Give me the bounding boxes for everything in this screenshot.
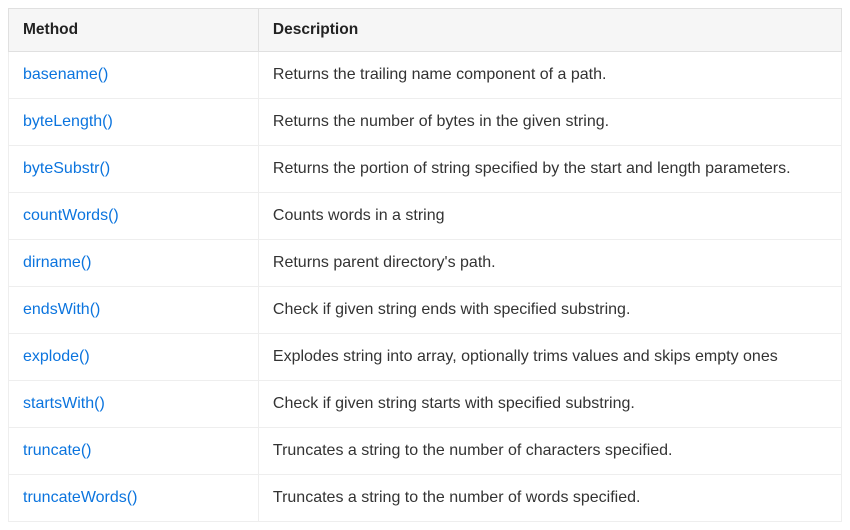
method-link-startsWith[interactable]: startsWith()	[23, 395, 105, 412]
table-row: dirname() Returns parent directory's pat…	[9, 240, 842, 287]
method-link-endsWith[interactable]: endsWith()	[23, 301, 100, 318]
method-description: Check if given string ends with specifie…	[258, 287, 841, 334]
method-link-byteLength[interactable]: byteLength()	[23, 113, 113, 130]
methods-table: Method Description basename() Returns th…	[8, 8, 842, 522]
method-link-explode[interactable]: explode()	[23, 348, 90, 365]
table-row: truncateWords() Truncates a string to th…	[9, 475, 842, 522]
method-description: Check if given string starts with specif…	[258, 381, 841, 428]
method-link-basename[interactable]: basename()	[23, 66, 108, 83]
table-row: basename() Returns the trailing name com…	[9, 52, 842, 99]
method-link-countWords[interactable]: countWords()	[23, 207, 119, 224]
table-header-row: Method Description	[9, 9, 842, 52]
table-row: truncate() Truncates a string to the num…	[9, 428, 842, 475]
table-row: byteSubstr() Returns the portion of stri…	[9, 146, 842, 193]
method-description: Returns the portion of string specified …	[258, 146, 841, 193]
method-description: Returns parent directory's path.	[258, 240, 841, 287]
header-description: Description	[258, 9, 841, 52]
method-description: Returns the trailing name component of a…	[258, 52, 841, 99]
method-link-dirname[interactable]: dirname()	[23, 254, 91, 271]
table-row: explode() Explodes string into array, op…	[9, 334, 842, 381]
method-link-byteSubstr[interactable]: byteSubstr()	[23, 160, 110, 177]
method-link-truncate[interactable]: truncate()	[23, 442, 91, 459]
method-link-truncateWords[interactable]: truncateWords()	[23, 489, 137, 506]
table-row: endsWith() Check if given string ends wi…	[9, 287, 842, 334]
table-row: byteLength() Returns the number of bytes…	[9, 99, 842, 146]
method-description: Truncates a string to the number of word…	[258, 475, 841, 522]
header-method: Method	[9, 9, 259, 52]
method-description: Returns the number of bytes in the given…	[258, 99, 841, 146]
method-description: Truncates a string to the number of char…	[258, 428, 841, 475]
table-row: startsWith() Check if given string start…	[9, 381, 842, 428]
method-description: Explodes string into array, optionally t…	[258, 334, 841, 381]
method-description: Counts words in a string	[258, 193, 841, 240]
table-row: countWords() Counts words in a string	[9, 193, 842, 240]
